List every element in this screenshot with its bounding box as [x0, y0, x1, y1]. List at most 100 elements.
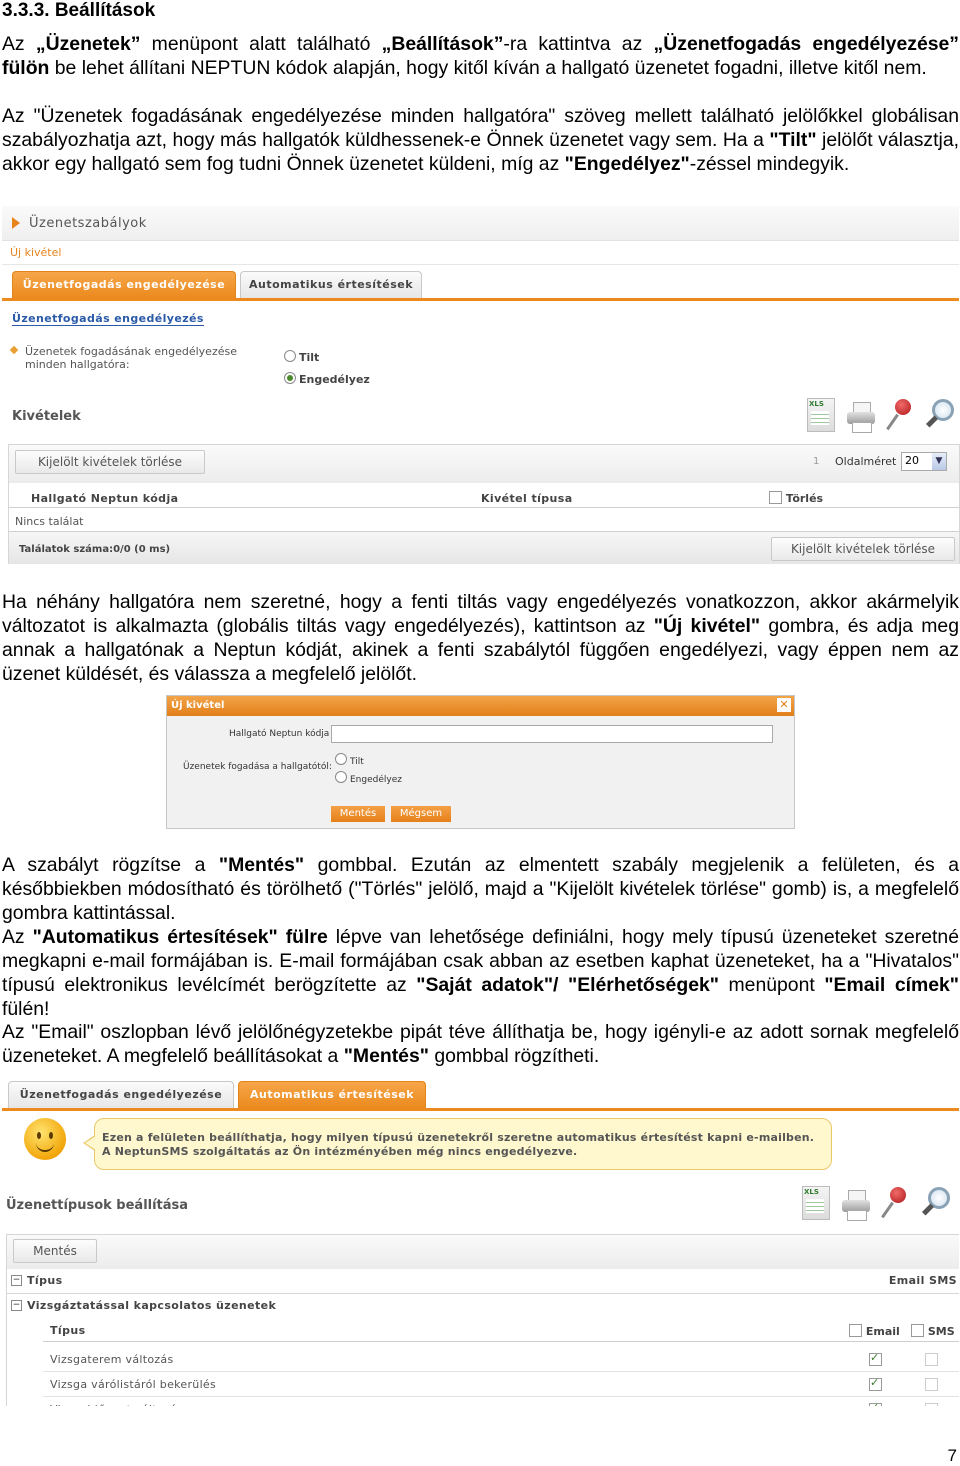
radio-tilt[interactable]: Tilt — [335, 753, 364, 767]
table-row: Vizsga várólistáról bekerülés — [43, 1372, 959, 1397]
radio-enable-circle[interactable] — [335, 771, 347, 783]
no-result-text: Nincs találat — [15, 515, 84, 528]
table-row: Vizsgaterem változás — [43, 1347, 959, 1372]
radio-label: Engedélyez — [350, 775, 402, 785]
screenshot-message-rules: Üzenetszabályok Új kivétel Üzenetfogadás… — [2, 206, 960, 564]
sms-checkbox[interactable] — [925, 1403, 938, 1406]
email-checkbox[interactable] — [869, 1376, 882, 1391]
text: gombbal rögzítheti. — [428, 1045, 600, 1067]
neptun-input[interactable] — [331, 725, 773, 743]
info-line-1: Ezen a felületen beállíthatja, hogy mily… — [102, 1131, 815, 1144]
text: Az — [2, 33, 36, 55]
text: Az — [2, 926, 33, 948]
radio-label: Tilt — [350, 757, 364, 767]
new-exception-dialog: Új kivétel ✕ Hallgató Neptun kódja Üzene… — [166, 695, 795, 829]
text: -ra kattintva az — [503, 33, 654, 55]
bullet-icon — [9, 345, 19, 355]
col-sms-label: SMS — [927, 1325, 955, 1338]
email-checkbox[interactable] — [869, 1401, 882, 1406]
exceptions-title: Kivételek — [12, 409, 81, 424]
bold-text: "Mentés" — [343, 1045, 429, 1067]
sms-all-checkbox[interactable] — [911, 1324, 924, 1337]
page-size-label: Oldalméret — [835, 455, 897, 468]
col-delete-header[interactable]: Törlés — [769, 491, 823, 505]
row-label: Vizsgaidőpont változás — [50, 1403, 183, 1406]
global-label: Üzenetek fogadásának engedélyezése minde… — [25, 345, 237, 371]
chevron-down-icon[interactable]: ▼ — [932, 453, 946, 470]
title: Üzenetszabályok — [29, 216, 147, 231]
col-email-header[interactable]: Email — [849, 1324, 900, 1338]
section-title: Üzenetfogadás engedélyezés — [12, 312, 204, 326]
paragraph-3: Ha néhány hallgatóra nem szeretné, hogy … — [2, 590, 959, 686]
bold-text: "Automatikus értesítések" fülre — [32, 926, 328, 948]
sub-header-type: Típus — [50, 1324, 86, 1337]
tab-message-receive[interactable]: Üzenetfogadás engedélyezése — [12, 271, 236, 298]
radio-enable[interactable]: Engedélyez — [335, 771, 402, 785]
neptun-label: Hallgató Neptun kódja — [229, 729, 330, 739]
excel-export-icon[interactable]: XLS — [802, 1186, 830, 1220]
bold-text: „Beállítások” — [381, 33, 504, 55]
sms-checkbox[interactable] — [925, 1353, 938, 1366]
col-delete-label: Törlés — [785, 492, 824, 505]
text: A szabályt rögzítse a — [2, 854, 219, 876]
pin-icon[interactable] — [881, 1187, 910, 1219]
save-button[interactable]: Mentés — [13, 1239, 97, 1263]
tab-auto-notifications[interactable]: Automatikus értesítések — [238, 1081, 426, 1108]
print-icon[interactable] — [847, 402, 875, 433]
row-label: Vizsgaterem változás — [50, 1353, 174, 1366]
close-icon[interactable]: ✕ — [777, 698, 791, 712]
col-sms-header[interactable]: SMS — [911, 1324, 955, 1338]
radio-tilt[interactable]: Tilt — [284, 350, 319, 364]
radio-enable[interactable]: Engedélyez — [284, 372, 370, 386]
text: -zéssel mindegyik. — [689, 153, 850, 175]
email-all-checkbox[interactable] — [849, 1324, 862, 1337]
bold-text: "Email címek" — [824, 974, 959, 996]
delete-selected-button-bottom[interactable]: Kijelölt kivételek törlése — [771, 537, 955, 561]
select-all-checkbox[interactable] — [769, 491, 782, 504]
text: be lehet állítani NEPTUN kódok alapján, … — [49, 57, 927, 79]
sms-checkbox[interactable] — [925, 1378, 938, 1391]
info-line-2: A NeptunSMS szolgáltatás az Ön intézmény… — [102, 1145, 578, 1158]
receive-label: Üzenetek fogadása a hallgatótól: — [183, 762, 332, 772]
col-neptun-header[interactable]: Hallgató Neptun kódja — [31, 492, 178, 505]
page-size-select[interactable]: 20 ▼ — [901, 452, 947, 471]
col-email-label: Email — [865, 1325, 900, 1338]
exceptions-panel: Kijelölt kivételek törlése 1 Oldalméret … — [8, 444, 960, 564]
col-type-header[interactable]: Kivétel típusa — [481, 492, 573, 505]
chevron-right-icon — [12, 217, 20, 229]
page-number: 7 — [947, 1446, 957, 1465]
row-label: Vizsga várólistáról bekerülés — [50, 1378, 217, 1391]
text: fülén! — [2, 998, 50, 1020]
radio-enable-circle[interactable] — [284, 372, 296, 384]
search-icon[interactable] — [924, 399, 954, 431]
tab-auto-notifications[interactable]: Automatikus értesítések — [240, 271, 422, 298]
pin-icon[interactable] — [886, 399, 915, 431]
paragraph-1: Az „Üzenetek” menüpont alatt található „… — [2, 32, 959, 80]
table-row: Vizsgaidőpont változás — [43, 1397, 959, 1406]
collapse-icon[interactable]: − — [11, 1275, 22, 1286]
page-size-value: 20 — [905, 454, 919, 467]
email-checkbox[interactable] — [869, 1351, 882, 1366]
group-title: Vizsgáztatással kapcsolatos üzenetek — [27, 1299, 277, 1312]
page-number[interactable]: 1 — [813, 456, 819, 467]
bold-text: "Új kivétel" — [653, 615, 761, 637]
radio-tilt-circle[interactable] — [284, 350, 296, 362]
new-exception-link[interactable]: Új kivétel — [10, 246, 61, 259]
tab-message-receive[interactable]: Üzenetfogadás engedélyezése — [8, 1081, 234, 1108]
radio-tilt-circle[interactable] — [335, 753, 347, 765]
text: menüpont — [718, 974, 825, 996]
collapse-icon[interactable]: − — [11, 1300, 22, 1311]
xls-label: XLS — [804, 1188, 819, 1196]
info-box: Ezen a felületen beállíthatja, hogy mily… — [83, 1118, 832, 1170]
delete-selected-button-top[interactable]: Kijelölt kivételek törlése — [15, 450, 205, 474]
xls-label: XLS — [809, 400, 824, 408]
excel-export-icon[interactable]: XLS — [807, 398, 835, 432]
dialog-title-bar: Új kivétel ✕ — [167, 696, 794, 716]
cancel-button[interactable]: Mégsem — [391, 806, 451, 822]
title-bar: Üzenetszabályok — [2, 206, 959, 241]
print-icon[interactable] — [842, 1190, 870, 1221]
save-button[interactable]: Mentés — [331, 806, 385, 822]
radio-label: Engedélyez — [299, 373, 370, 386]
radio-label: Tilt — [299, 351, 320, 364]
search-icon[interactable] — [920, 1187, 950, 1219]
